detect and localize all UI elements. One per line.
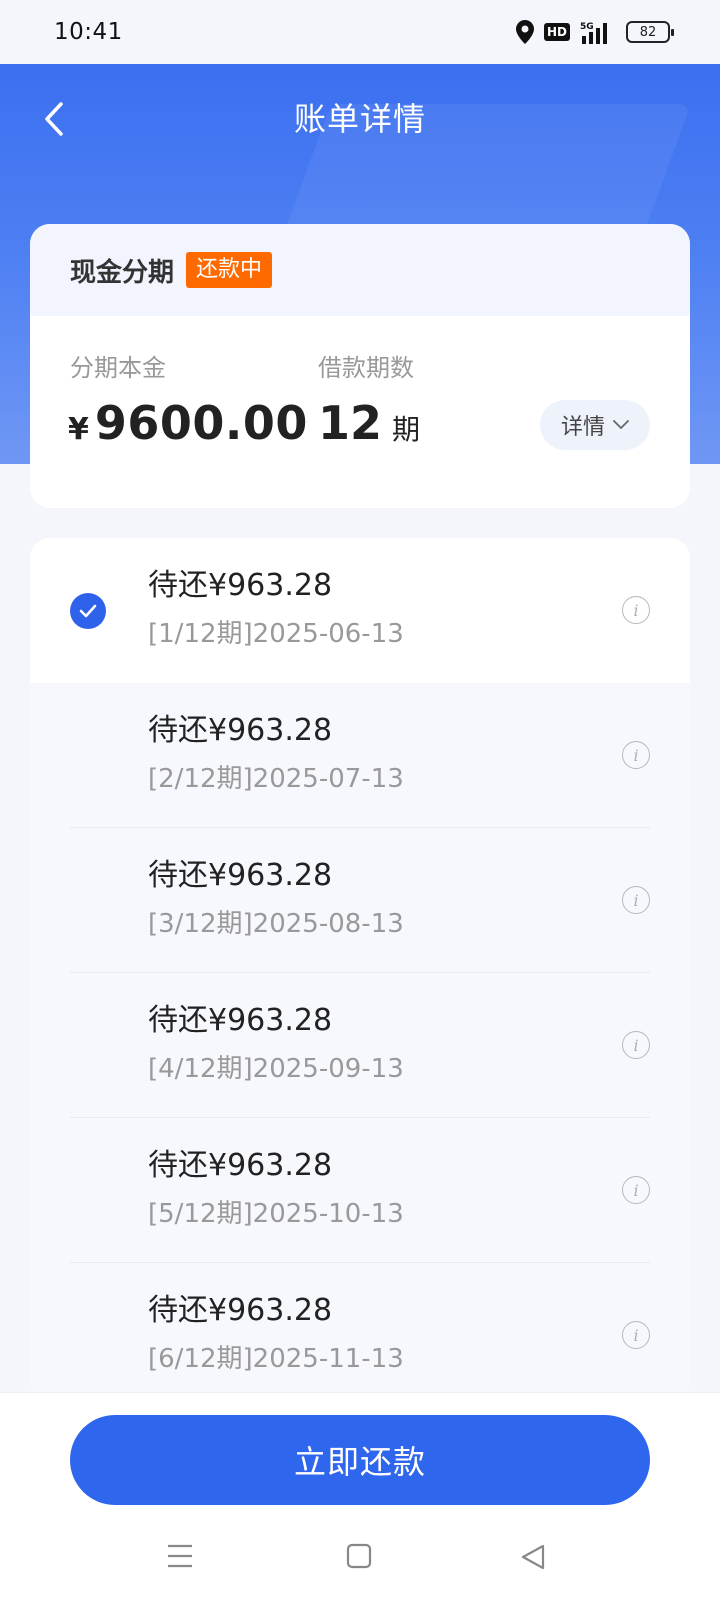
installment-text: 待还¥963.28 [2/12期]2025-07-13 [148, 711, 404, 797]
system-navigation [0, 1533, 720, 1593]
page: 10:41 HD 5G 5G 82 账 [0, 0, 720, 1612]
check-circle-icon[interactable] [70, 593, 106, 629]
status-icons: HD 5G 5G 82 [515, 20, 674, 44]
installment-row[interactable]: 待还¥963.28 [3/12期]2025-08-13 i [30, 828, 690, 973]
installment-date: [2/12期]2025-07-13 [148, 764, 404, 794]
info-icon[interactable]: i [622, 741, 650, 769]
installment-amount: 待还¥963.28 [148, 713, 333, 748]
installment-date: [6/12期]2025-11-13 [148, 1344, 404, 1374]
back-triangle-icon[interactable] [520, 1543, 546, 1571]
installment-list: 待还¥963.28 [1/12期]2025-06-13 i 待还¥963.28 … [30, 538, 690, 1398]
installment-text: 待还¥963.28 [3/12期]2025-08-13 [148, 856, 404, 942]
installment-row[interactable]: 待还¥963.28 [5/12期]2025-10-13 i [30, 1118, 690, 1263]
installment-date: [1/12期]2025-06-13 [148, 619, 404, 649]
periods-label: 借款期数 [318, 354, 414, 382]
installment-text: 待还¥963.28 [4/12期]2025-09-13 [148, 1001, 404, 1087]
installment-date: [4/12期]2025-09-13 [148, 1054, 404, 1084]
svg-text:5G: 5G [580, 22, 594, 32]
installment-amount: 待还¥963.28 [148, 1003, 333, 1038]
menu-icon[interactable] [166, 1543, 194, 1569]
summary-card: 现金分期 还款中 分期本金 借款期数 ¥ 9600.00 12 期 详情 [30, 224, 690, 508]
installment-row[interactable]: 待还¥963.28 [1/12期]2025-06-13 i [30, 538, 690, 683]
info-icon[interactable]: i [622, 596, 650, 624]
installment-row[interactable]: 待还¥963.28 [6/12期]2025-11-13 i [30, 1263, 690, 1398]
installment-amount: 待还¥963.28 [148, 568, 333, 603]
location-icon [515, 20, 534, 44]
nav-bar: 账单详情 [0, 64, 720, 174]
installment-date: [3/12期]2025-08-13 [148, 909, 404, 939]
back-button[interactable] [34, 94, 74, 144]
installment-text: 待还¥963.28 [1/12期]2025-06-13 [148, 566, 404, 652]
installment-row[interactable]: 待还¥963.28 [2/12期]2025-07-13 i [30, 683, 690, 828]
status-time: 10:41 [54, 19, 123, 45]
hd-icon: HD [543, 23, 570, 41]
installment-date: [5/12期]2025-10-13 [148, 1199, 404, 1229]
chevron-down-icon [613, 420, 629, 429]
info-icon[interactable]: i [622, 1176, 650, 1204]
summary-body: 分期本金 借款期数 ¥ 9600.00 12 期 详情 [30, 316, 690, 508]
home-icon[interactable] [346, 1543, 372, 1569]
battery-icon: 82 [626, 21, 674, 43]
installment-amount: 待还¥963.28 [148, 1293, 333, 1328]
signal-icon: 5G [580, 22, 607, 44]
installment-amount: 待还¥963.28 [148, 1148, 333, 1183]
detail-toggle-button[interactable]: 详情 [540, 400, 650, 450]
installment-row[interactable]: 待还¥963.28 [4/12期]2025-09-13 i [30, 973, 690, 1118]
principal-value: 9600.00 [94, 396, 308, 450]
installment-text: 待还¥963.28 [6/12期]2025-11-13 [148, 1291, 404, 1377]
status-badge: 还款中 [186, 252, 273, 288]
installment-amount: 待还¥963.28 [148, 858, 333, 893]
principal-label: 分期本金 [70, 354, 166, 382]
detail-label: 详情 [560, 415, 605, 440]
product-name: 现金分期 [70, 257, 175, 288]
periods-count: 12 期 [318, 396, 420, 450]
summary-header: 现金分期 还款中 [30, 224, 690, 316]
periods-value: 12 [318, 396, 383, 450]
currency-symbol: ¥ [68, 412, 89, 447]
page-title: 账单详情 [293, 100, 426, 138]
battery-level: 82 [639, 24, 657, 40]
chevron-left-icon [45, 102, 63, 136]
periods-unit: 期 [392, 413, 421, 446]
info-icon[interactable]: i [622, 1031, 650, 1059]
status-bar: 10:41 HD 5G 5G 82 [0, 0, 720, 64]
principal-amount: ¥ 9600.00 [68, 396, 308, 450]
bottom-bar: 立即还款 [0, 1392, 720, 1612]
info-icon[interactable]: i [622, 1321, 650, 1349]
installment-text: 待还¥963.28 [5/12期]2025-10-13 [148, 1146, 404, 1232]
info-icon[interactable]: i [622, 886, 650, 914]
repay-now-button[interactable]: 立即还款 [70, 1415, 650, 1505]
